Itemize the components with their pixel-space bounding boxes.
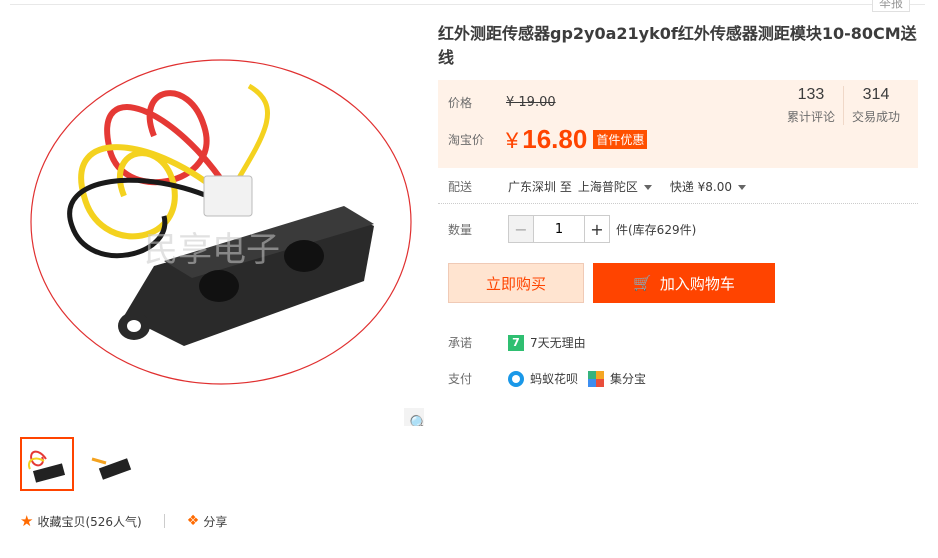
original-price-label: 价格 <box>448 96 473 110</box>
main-product-image[interactable]: 民享电子 🔍 <box>14 16 424 426</box>
watermark: 民享电子 <box>144 230 280 270</box>
huabei-icon <box>508 370 524 387</box>
cart-icon: 🛒 <box>633 274 652 292</box>
quantity-label: 数量 <box>448 222 473 237</box>
stock-info: 件(库存629件) <box>616 222 697 237</box>
seven-day-icon: 7 <box>508 334 524 351</box>
taobao-price-label: 淘宝价 <box>448 133 485 147</box>
share-link[interactable]: 分享 <box>203 513 227 530</box>
ship-to-select[interactable]: 上海普陀区 <box>578 178 652 195</box>
currency-symbol: ¥ <box>506 128 519 153</box>
thumbnail-1[interactable] <box>20 437 74 491</box>
quantity-input[interactable] <box>534 215 584 243</box>
report-link[interactable]: 举报 <box>871 0 910 12</box>
stat-label: 累计评论 <box>786 110 835 124</box>
thumbnail-sensor-image <box>28 450 66 483</box>
huabei-link[interactable]: 蚂蚁花呗 <box>530 370 578 387</box>
increment-button[interactable]: + <box>584 215 610 243</box>
popularity-count: (526人气) <box>85 514 142 529</box>
sales-stats: 133 累计评论 314 交易成功 <box>779 86 908 125</box>
thumbnail-list <box>20 437 138 491</box>
payment-row: 支付 蚂蚁花呗 集分宝 <box>448 370 646 387</box>
delivery-label: 配送 <box>448 180 473 194</box>
quantity-stepper: − + <box>508 215 610 243</box>
current-price-value: 16.80 <box>522 124 588 154</box>
payment-label: 支付 <box>448 372 473 386</box>
jifenbao-icon <box>588 370 605 387</box>
thumbnail-sensor-image <box>91 457 132 480</box>
stat-reviews[interactable]: 133 累计评论 <box>779 86 843 125</box>
stat-number: 133 <box>797 86 825 103</box>
price-panel: 价格 ¥ 19.00 淘宝价 ¥16.80 首件优惠 133 累计评论 314 … <box>438 80 918 168</box>
product-title: 红外测距传感器gp2y0a21yk0f红外传感器测距模块10-80CM送线 <box>438 24 917 67</box>
social-bar: ★ 收藏宝贝 (526人气) ❖ 分享 <box>20 512 227 530</box>
top-border <box>10 4 925 5</box>
seven-day-return[interactable]: 7天无理由 <box>530 334 586 351</box>
original-price: ¥ 19.00 <box>506 95 556 110</box>
stat-number: 314 <box>862 86 890 103</box>
ship-from: 广东深圳 至 <box>508 180 572 194</box>
stat-transactions: 314 交易成功 <box>842 86 908 125</box>
promise-label: 承诺 <box>448 336 473 350</box>
star-icon[interactable]: ★ <box>20 512 33 530</box>
social-divider <box>163 514 165 528</box>
quantity-row: 数量 − + 件(库存629件) <box>448 215 696 243</box>
promo-badge: 首件优惠 <box>593 130 648 149</box>
divider <box>438 203 918 204</box>
stat-label: 交易成功 <box>851 110 900 124</box>
sensor-photo: 民享电子 <box>30 59 412 385</box>
delivery-row: 配送 广东深圳 至 上海普陀区 快递 ¥8.00 <box>448 178 746 195</box>
share-icon[interactable]: ❖ <box>187 513 200 529</box>
zoom-icon[interactable]: 🔍 <box>404 408 424 426</box>
add-to-cart-label: 加入购物车 <box>659 274 735 293</box>
add-to-cart-button[interactable]: 🛒 加入购物车 <box>593 263 775 303</box>
thumbnail-2[interactable] <box>84 437 138 491</box>
promise-row: 承诺 7 7天无理由 <box>448 334 586 351</box>
decrement-button[interactable]: − <box>508 215 534 243</box>
jifenbao-link[interactable]: 集分宝 <box>610 370 646 387</box>
buy-now-button[interactable]: 立即购买 <box>448 263 584 303</box>
favorite-link[interactable]: 收藏宝贝 <box>37 513 85 530</box>
current-price: ¥16.80 <box>506 124 587 155</box>
shipping-method-select[interactable]: 快递 ¥8.00 <box>670 178 746 195</box>
